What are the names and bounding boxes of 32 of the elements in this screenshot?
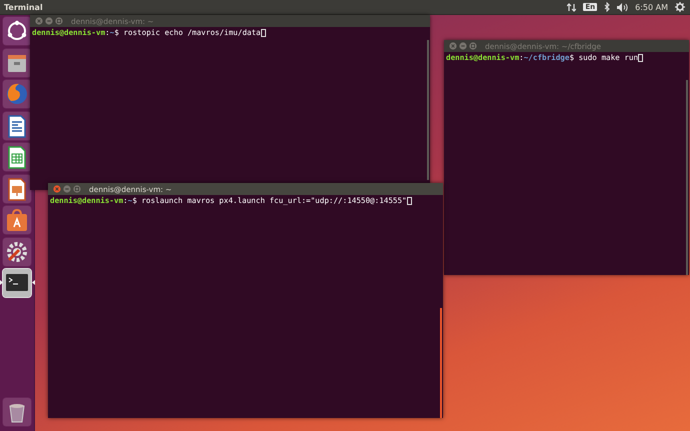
text-cursor — [260, 29, 266, 37]
network-icon — [567, 2, 576, 12]
gear-wrench-icon[interactable] — [3, 238, 31, 266]
globe-fox-icon[interactable] — [3, 80, 31, 108]
trash-icon[interactable] — [3, 398, 31, 426]
document-icon[interactable] — [3, 112, 31, 140]
volume-icon — [617, 2, 628, 12]
close-icon[interactable] — [53, 185, 61, 193]
maximize-icon[interactable] — [469, 42, 477, 50]
close-icon[interactable] — [449, 42, 457, 50]
maximize-icon[interactable] — [73, 185, 81, 193]
presentation-icon[interactable] — [3, 174, 31, 202]
scrollbar[interactable] — [686, 80, 688, 275]
text-cursor — [638, 54, 644, 62]
ubuntu-logo-icon[interactable] — [3, 17, 31, 45]
maximize-icon[interactable] — [55, 17, 63, 25]
drawer-icon[interactable] — [3, 48, 31, 76]
gear-icon — [675, 2, 685, 12]
shopping-bag-icon[interactable] — [3, 206, 31, 234]
app-title: Terminal — [4, 2, 43, 12]
minimize-icon[interactable] — [63, 185, 71, 193]
minimize-icon[interactable] — [45, 17, 53, 25]
bluetooth-icon — [604, 2, 610, 12]
spreadsheet-icon[interactable] — [3, 143, 31, 171]
text-cursor — [406, 197, 412, 205]
clock[interactable]: 6:50 AM — [635, 2, 668, 12]
focus-arrow-icon — [32, 280, 34, 285]
scrollbar[interactable] — [440, 308, 442, 418]
terminal-icon[interactable] — [3, 269, 31, 297]
minimize-icon[interactable] — [459, 42, 467, 50]
scrollbar[interactable] — [427, 40, 429, 180]
close-icon[interactable] — [35, 17, 43, 25]
